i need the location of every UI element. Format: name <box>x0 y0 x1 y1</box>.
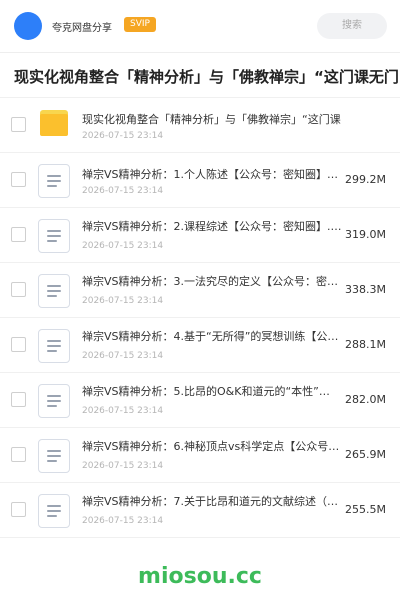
file-date: 2026-07-15 23:14 <box>82 241 164 251</box>
search-input[interactable]: 搜索 <box>317 13 387 39</box>
file-date: 2026-07-15 23:14 <box>82 351 164 361</box>
list-item[interactable]: 禅宗VS精神分析：2.课程综述【公众号：密知圈】.… 2026-07-15 23… <box>0 208 400 263</box>
file-name[interactable]: 禅宗VS精神分析：2.课程综述【公众号：密知圈】.… <box>82 220 342 234</box>
row-checkbox[interactable] <box>11 117 26 132</box>
row-checkbox[interactable] <box>11 502 26 517</box>
row-checkbox[interactable] <box>11 447 26 462</box>
file-size: 255.5M <box>345 503 386 516</box>
file-size: 319.0M <box>345 228 386 241</box>
file-date: 2026-07-15 23:14 <box>82 461 164 471</box>
document-icon <box>38 329 70 363</box>
header-divider <box>0 52 400 53</box>
file-name[interactable]: 禅宗VS精神分析：5.比昂的O&K和道元的“本性”… <box>82 385 342 399</box>
folder-title: 现实化视角整合「精神分析」与「佛教禅宗」“这门课无门 <box>14 68 399 86</box>
file-name[interactable]: 禅宗VS精神分析：6.神秘顶点vs科学定点【公众号… <box>82 440 342 454</box>
row-checkbox[interactable] <box>11 392 26 407</box>
file-list: 现实化视角整合「精神分析」与「佛教禅宗」“这门课 2026-07-15 23:1… <box>0 97 400 538</box>
app-header: 夸克网盘分享 SVIP 搜索 <box>0 0 400 52</box>
row-checkbox[interactable] <box>11 337 26 352</box>
file-name[interactable]: 禅宗VS精神分析：4.基于“无所得”的冥想训练【公… <box>82 330 342 344</box>
list-item[interactable]: 现实化视角整合「精神分析」与「佛教禅宗」“这门课 2026-07-15 23:1… <box>0 97 400 153</box>
file-date: 2026-07-15 23:14 <box>82 516 164 526</box>
svip-badge: SVIP <box>124 17 156 32</box>
file-date: 2026-07-15 23:14 <box>82 131 164 141</box>
list-item[interactable]: 禅宗VS精神分析：4.基于“无所得”的冥想训练【公… 2026-07-15 23… <box>0 318 400 373</box>
document-icon <box>38 439 70 473</box>
list-item[interactable]: 禅宗VS精神分析：6.神秘顶点vs科学定点【公众号… 2026-07-15 23… <box>0 428 400 483</box>
file-size: 338.3M <box>345 283 386 296</box>
list-item[interactable]: 禅宗VS精神分析：5.比昂的O&K和道元的“本性”… 2026-07-15 23… <box>0 373 400 428</box>
document-icon <box>38 494 70 528</box>
share-owner-name: 夸克网盘分享 <box>52 23 112 34</box>
list-item[interactable]: 禅宗VS精神分析：3.一法究尽的定义【公众号：密知… 2026-07-15 23… <box>0 263 400 318</box>
file-name[interactable]: 禅宗VS精神分析：7.关于比昂和道元的文献综述（1… <box>82 495 342 509</box>
folder-icon <box>40 110 68 136</box>
document-icon <box>38 384 70 418</box>
row-checkbox[interactable] <box>11 227 26 242</box>
file-date: 2026-07-15 23:14 <box>82 296 164 306</box>
file-size: 299.2M <box>345 173 386 186</box>
file-date: 2026-07-15 23:14 <box>82 406 164 416</box>
watermark: miosou.cc <box>138 564 262 589</box>
document-icon <box>38 219 70 253</box>
file-size: 282.0M <box>345 393 386 406</box>
avatar[interactable] <box>14 12 42 40</box>
list-item[interactable]: 禅宗VS精神分析：1.个人陈述【公众号：密知圈】… 2026-07-15 23:… <box>0 153 400 208</box>
file-date: 2026-07-15 23:14 <box>82 186 164 196</box>
document-icon <box>38 274 70 308</box>
list-item[interactable]: 禅宗VS精神分析：7.关于比昂和道元的文献综述（1… 2026-07-15 23… <box>0 483 400 538</box>
row-checkbox[interactable] <box>11 282 26 297</box>
document-icon <box>38 164 70 198</box>
file-size: 288.1M <box>345 338 386 351</box>
row-checkbox[interactable] <box>11 172 26 187</box>
file-size: 265.9M <box>345 448 386 461</box>
file-name[interactable]: 禅宗VS精神分析：3.一法究尽的定义【公众号：密知… <box>82 275 342 289</box>
